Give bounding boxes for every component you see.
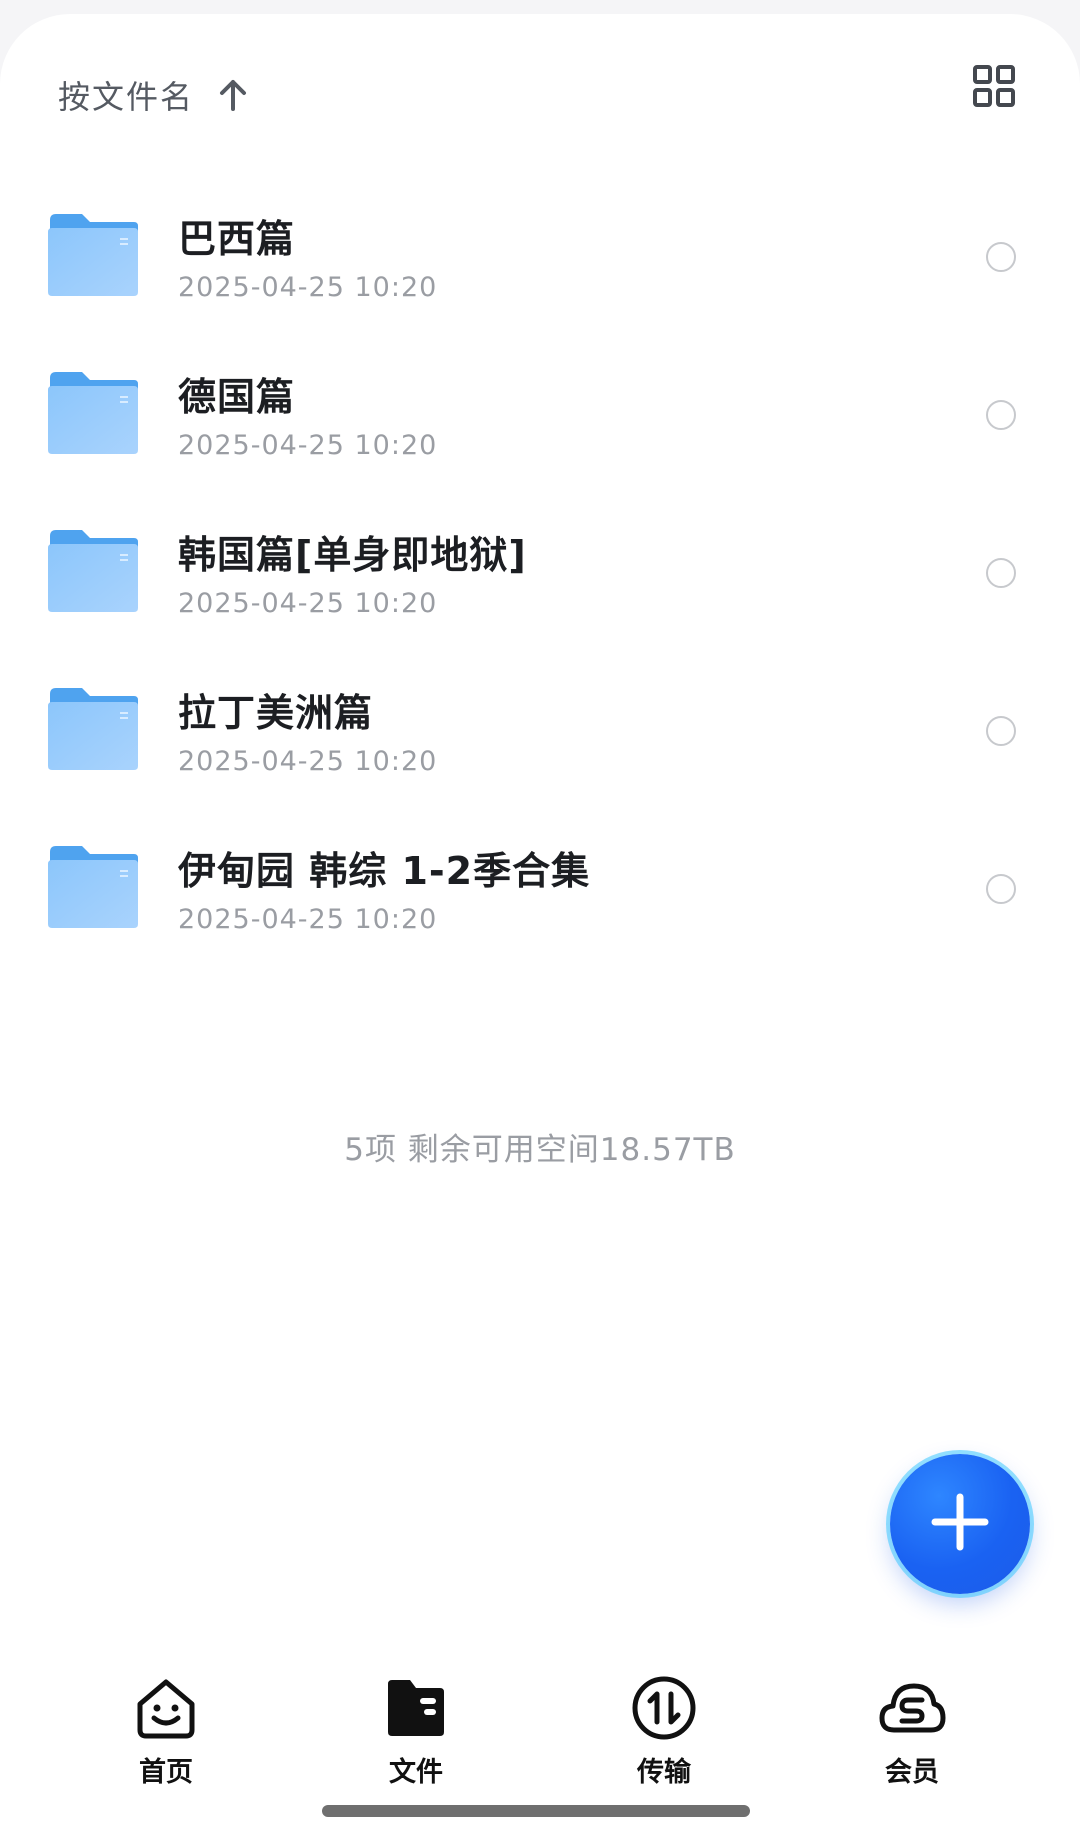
tab-files-label: 文件 <box>389 1757 443 1788</box>
sort-label: 按文件名 <box>58 78 195 116</box>
select-checkbox[interactable] <box>986 874 1016 904</box>
bottom-tab-bar: 首页 文件 传输 会员 <box>0 1674 1080 1804</box>
file-name: 德国篇 <box>178 375 296 419</box>
file-name: 巴西篇 <box>178 217 296 261</box>
select-checkbox[interactable] <box>986 558 1016 588</box>
tab-transfer[interactable]: 传输 <box>574 1674 754 1804</box>
file-name: 拉丁美洲篇 <box>178 691 374 735</box>
file-row[interactable]: 德国篇 2025-04-25 10:20 <box>0 330 1080 480</box>
tab-home-label: 首页 <box>139 1757 193 1788</box>
file-name: 伊甸园 韩综 1-2季合集 <box>178 849 591 893</box>
folder-icon <box>46 844 140 930</box>
file-row[interactable]: 拉丁美洲篇 2025-04-25 10:20 <box>0 646 1080 796</box>
select-checkbox[interactable] <box>986 242 1016 272</box>
arrow-up-icon <box>216 78 250 112</box>
storage-summary: 5项 剩余可用空间18.57TB <box>344 1132 736 1168</box>
file-name: 韩国篇[单身即地狱] <box>178 533 527 577</box>
file-row[interactable]: 伊甸园 韩综 1-2季合集 2025-04-25 10:20 <box>0 804 1080 954</box>
home-face-icon <box>132 1674 200 1742</box>
folder-icon <box>46 686 140 772</box>
file-date: 2025-04-25 10:20 <box>178 904 438 935</box>
tab-transfer-label: 传输 <box>637 1757 691 1788</box>
folder-icon <box>46 212 140 298</box>
grid-view-toggle[interactable] <box>966 60 1022 116</box>
folder-icon <box>46 528 140 614</box>
select-checkbox[interactable] <box>986 716 1016 746</box>
file-row[interactable]: 巴西篇 2025-04-25 10:20 <box>0 172 1080 322</box>
home-indicator[interactable] <box>322 1805 750 1817</box>
select-checkbox[interactable] <box>986 400 1016 430</box>
sort-by-name-button[interactable]: 按文件名 <box>58 70 250 120</box>
membership-cloud-icon <box>878 1674 946 1742</box>
folder-icon <box>46 370 140 456</box>
file-row[interactable]: 韩国篇[单身即地狱] 2025-04-25 10:20 <box>0 488 1080 638</box>
file-date: 2025-04-25 10:20 <box>178 272 438 303</box>
file-browser-sheet: 按文件名 巴西篇 2025-04-25 10:20 德国篇 2025-04-25 10… <box>0 14 1080 1838</box>
tab-home[interactable]: 首页 <box>76 1674 256 1804</box>
tab-membership[interactable]: 会员 <box>822 1674 1002 1804</box>
file-date: 2025-04-25 10:20 <box>178 430 438 461</box>
transfer-icon <box>630 1674 698 1742</box>
file-date: 2025-04-25 10:20 <box>178 746 438 777</box>
plus-icon <box>931 1493 989 1555</box>
add-button[interactable] <box>890 1454 1030 1594</box>
grid-view-icon <box>972 64 1016 112</box>
tab-files[interactable]: 文件 <box>326 1674 506 1804</box>
file-date: 2025-04-25 10:20 <box>178 588 438 619</box>
tab-membership-label: 会员 <box>885 1757 939 1788</box>
file-folder-icon <box>382 1674 450 1742</box>
